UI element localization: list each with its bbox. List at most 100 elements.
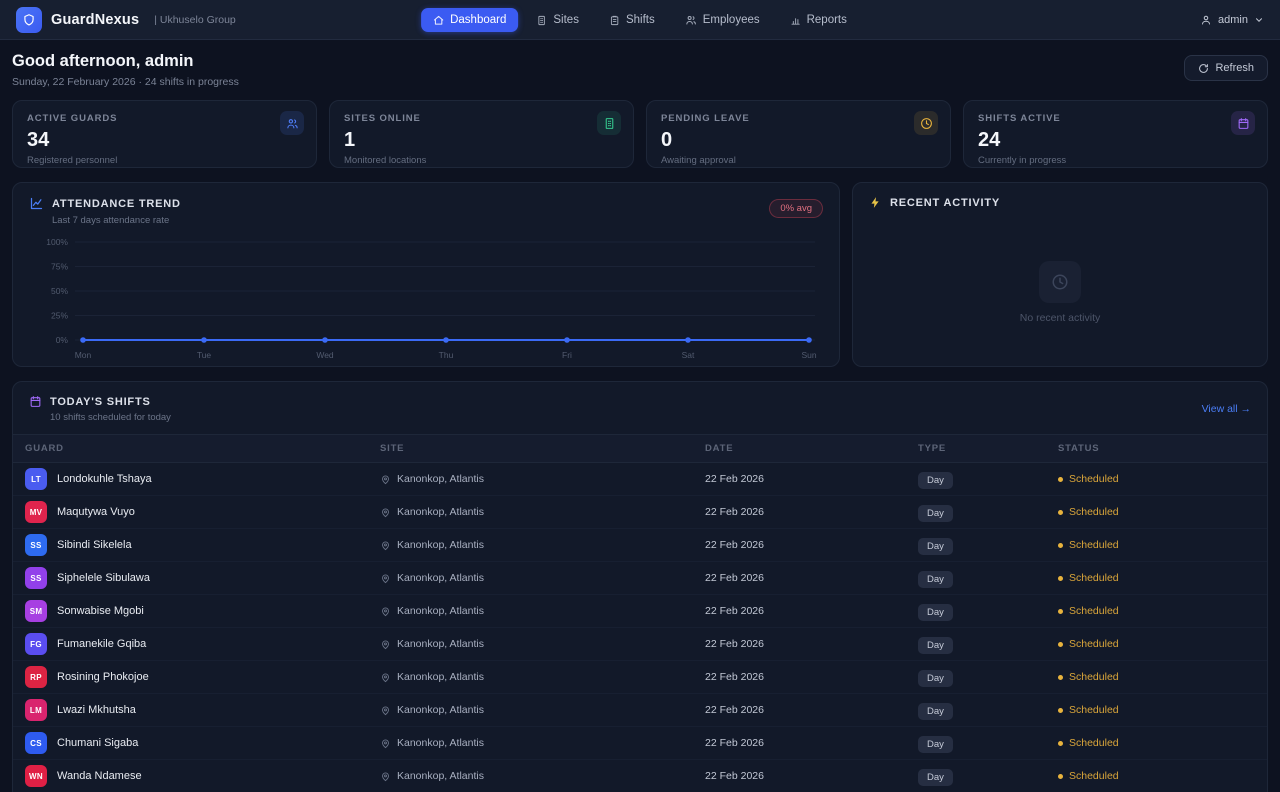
main-nav: Dashboard Sites Shifts Employees Reports bbox=[421, 0, 859, 40]
users-icon bbox=[685, 14, 697, 26]
status-label: Scheduled bbox=[1069, 704, 1119, 716]
table-row[interactable]: FG Fumanekile Gqiba Kanonkop, Atlantis 2… bbox=[13, 628, 1267, 661]
greeting-subtitle: Sunday, 22 February 2026 · 24 shifts in … bbox=[12, 76, 239, 88]
avatar: SS bbox=[25, 567, 47, 589]
avatar: SM bbox=[25, 600, 47, 622]
stat-card-active-guards: ACTIVE GUARDS 34 Registered personnel bbox=[12, 100, 317, 168]
stat-value: 1 bbox=[344, 129, 356, 151]
status-cell: Scheduled bbox=[1058, 539, 1255, 551]
calendar-icon bbox=[1231, 111, 1255, 135]
guard-cell: WN Wanda Ndamese bbox=[25, 765, 380, 787]
guard-name: Lwazi Mkhutsha bbox=[57, 704, 136, 716]
type-cell: Day bbox=[918, 569, 1058, 588]
date-cell: 22 Feb 2026 bbox=[705, 572, 764, 584]
site-name: Kanonkop, Atlantis bbox=[397, 506, 484, 518]
status-dot-icon bbox=[1058, 707, 1063, 713]
table-row[interactable]: LM Lwazi Mkhutsha Kanonkop, Atlantis 22 … bbox=[13, 694, 1267, 727]
todays-shifts-card: TODAY'S SHIFTS 10 shifts scheduled for t… bbox=[12, 381, 1268, 792]
site-cell: Kanonkop, Atlantis bbox=[380, 770, 705, 782]
table-row[interactable]: WN Wanda Ndamese Kanonkop, Atlantis 22 F… bbox=[13, 760, 1267, 792]
svg-text:Sat: Sat bbox=[682, 350, 695, 360]
avatar: SS bbox=[25, 534, 47, 556]
table-row[interactable]: RP Rosining Phokojoe Kanonkop, Atlantis … bbox=[13, 661, 1267, 694]
attendance-chart: 0% 25% 50% 75% 100% Mon Tue Wed Thu Fri Sat Sun bbox=[46, 237, 817, 360]
nav-item-sites[interactable]: Sites bbox=[524, 8, 591, 32]
shifts-table-header: GUARD SITE DATE TYPE STATUS bbox=[13, 434, 1267, 463]
type-badge: Day bbox=[918, 504, 953, 522]
site-cell: Kanonkop, Atlantis bbox=[380, 473, 705, 485]
guard-name: Sonwabise Mgobi bbox=[57, 605, 144, 617]
type-cell: Day bbox=[918, 767, 1058, 786]
building-icon bbox=[536, 15, 547, 26]
column-header-type: TYPE bbox=[918, 443, 947, 454]
type-cell: Day bbox=[918, 602, 1058, 621]
nav-item-reports[interactable]: Reports bbox=[778, 8, 859, 32]
page-header: Good afternoon, admin Sunday, 22 Februar… bbox=[0, 40, 1280, 88]
nav-item-shifts[interactable]: Shifts bbox=[597, 8, 667, 32]
type-badge: Day bbox=[918, 570, 953, 588]
app-title: GuardNexus bbox=[51, 11, 140, 28]
stat-value: 0 bbox=[661, 129, 673, 151]
activity-title: RECENT ACTIVITY bbox=[890, 196, 1000, 209]
date-cell: 22 Feb 2026 bbox=[705, 605, 764, 617]
shifts-subtitle: 10 shifts scheduled for today bbox=[50, 412, 171, 423]
svg-text:50%: 50% bbox=[51, 286, 68, 296]
org-name: | Ukhuselo Group bbox=[154, 13, 236, 26]
attendance-title: ATTENDANCE TREND bbox=[52, 197, 181, 210]
status-cell: Scheduled bbox=[1058, 605, 1255, 617]
nav-label: Reports bbox=[806, 14, 847, 26]
view-all-link[interactable]: View all → bbox=[1202, 403, 1251, 415]
status-label: Scheduled bbox=[1069, 770, 1119, 782]
type-badge: Day bbox=[918, 471, 953, 489]
nav-item-employees[interactable]: Employees bbox=[673, 8, 772, 32]
nav-label: Shifts bbox=[625, 14, 655, 26]
table-row[interactable]: SM Sonwabise Mgobi Kanonkop, Atlantis 22… bbox=[13, 595, 1267, 628]
svg-text:Mon: Mon bbox=[75, 350, 92, 360]
type-badge: Day bbox=[918, 537, 953, 555]
stat-sub: Monitored locations bbox=[344, 155, 427, 166]
avg-badge: 0% avg bbox=[769, 199, 823, 218]
stat-value: 24 bbox=[978, 129, 1001, 151]
type-badge: Day bbox=[918, 702, 953, 720]
table-row[interactable]: SS Sibindi Sikelela Kanonkop, Atlantis 2… bbox=[13, 529, 1267, 562]
nav-item-dashboard[interactable]: Dashboard bbox=[421, 8, 519, 32]
stat-label: SHIFTS ACTIVE bbox=[978, 113, 1061, 124]
table-row[interactable]: LT Londokuhle Tshaya Kanonkop, Atlantis … bbox=[13, 463, 1267, 496]
site-cell: Kanonkop, Atlantis bbox=[380, 737, 705, 749]
user-menu[interactable]: admin bbox=[1200, 14, 1264, 26]
column-header-guard: GUARD bbox=[25, 443, 64, 454]
site-name: Kanonkop, Atlantis bbox=[397, 638, 484, 650]
users-icon bbox=[280, 111, 304, 135]
status-label: Scheduled bbox=[1069, 572, 1119, 584]
type-cell: Day bbox=[918, 470, 1058, 489]
svg-text:Tue: Tue bbox=[197, 350, 212, 360]
avatar: MV bbox=[25, 501, 47, 523]
chevron-down-icon bbox=[1254, 15, 1264, 25]
svg-text:0%: 0% bbox=[56, 335, 69, 345]
table-row[interactable]: SS Siphelele Sibulawa Kanonkop, Atlantis… bbox=[13, 562, 1267, 595]
guard-name: Rosining Phokojoe bbox=[57, 671, 149, 683]
refresh-button[interactable]: Refresh bbox=[1184, 55, 1268, 81]
status-dot-icon bbox=[1058, 542, 1063, 548]
guard-name: Chumani Sigaba bbox=[57, 737, 139, 749]
site-cell: Kanonkop, Atlantis bbox=[380, 539, 705, 551]
type-cell: Day bbox=[918, 701, 1058, 720]
table-row[interactable]: MV Maqutywa Vuyo Kanonkop, Atlantis 22 F… bbox=[13, 496, 1267, 529]
map-pin-icon bbox=[380, 705, 391, 716]
type-cell: Day bbox=[918, 503, 1058, 522]
attendance-chart-area: 0% 25% 50% 75% 100% Mon Tue Wed Thu Fri Sat Sun bbox=[29, 234, 823, 371]
status-dot-icon bbox=[1058, 575, 1063, 581]
map-pin-icon bbox=[380, 771, 391, 782]
svg-text:Thu: Thu bbox=[439, 350, 454, 360]
table-row[interactable]: CS Chumani Sigaba Kanonkop, Atlantis 22 … bbox=[13, 727, 1267, 760]
stat-sub: Awaiting approval bbox=[661, 155, 736, 166]
brand: GuardNexus | Ukhuselo Group bbox=[16, 6, 236, 33]
date-cell: 22 Feb 2026 bbox=[705, 704, 764, 716]
type-badge: Day bbox=[918, 768, 953, 786]
stat-value: 34 bbox=[27, 129, 50, 151]
nav-label: Dashboard bbox=[450, 14, 507, 26]
site-cell: Kanonkop, Atlantis bbox=[380, 572, 705, 584]
stat-label: SITES ONLINE bbox=[344, 113, 421, 124]
status-cell: Scheduled bbox=[1058, 770, 1255, 782]
nav-label: Sites bbox=[553, 14, 579, 26]
